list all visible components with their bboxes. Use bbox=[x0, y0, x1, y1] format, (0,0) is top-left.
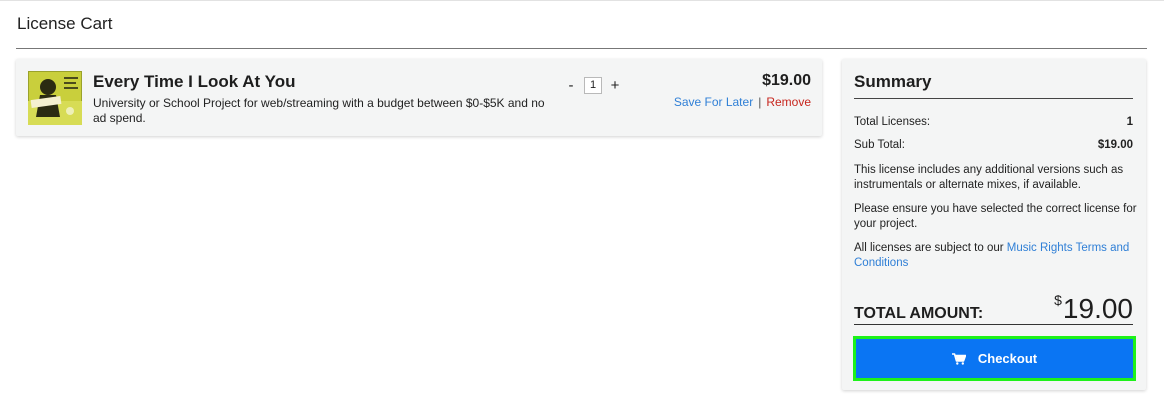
quantity-input[interactable] bbox=[584, 76, 602, 94]
item-description: University or School Project for web/str… bbox=[93, 96, 545, 125]
subtotal-value: $19.00 bbox=[1097, 139, 1133, 151]
total-amount-label: TOTAL AMOUNT: bbox=[854, 305, 984, 322]
item-title[interactable]: Every Time I Look At You bbox=[93, 72, 295, 92]
remove-link[interactable]: Remove bbox=[766, 95, 811, 109]
title-divider bbox=[16, 48, 1147, 49]
summary-panel: Summary Total Licenses: 1 Sub Total: $19… bbox=[842, 59, 1146, 390]
total-licenses-row: Total Licenses: 1 bbox=[854, 116, 1133, 128]
total-licenses-value: 1 bbox=[1126, 116, 1133, 128]
increment-button[interactable]: + bbox=[608, 77, 622, 94]
subtotal-label: Sub Total: bbox=[854, 139, 905, 151]
summary-title: Summary bbox=[854, 72, 932, 91]
total-divider bbox=[854, 324, 1133, 325]
total-amount-row: TOTAL AMOUNT: $19.00 bbox=[854, 287, 1133, 323]
item-actions: Save For Later | Remove bbox=[674, 95, 811, 109]
summary-divider bbox=[854, 98, 1133, 99]
item-price: $19.00 bbox=[762, 72, 811, 89]
license-terms-note: All licenses are subject to our Music Ri… bbox=[854, 241, 1139, 271]
save-for-later-link[interactable]: Save For Later bbox=[674, 95, 753, 109]
subtotal-row: Sub Total: $19.00 bbox=[854, 139, 1133, 151]
license-versions-note: This license includes any additional ver… bbox=[854, 164, 1124, 191]
checkout-button[interactable]: Checkout bbox=[853, 336, 1136, 381]
total-amount-value: $19.00 bbox=[1054, 293, 1133, 323]
terms-note-text: All licenses are subject to our bbox=[854, 242, 1007, 254]
quantity-stepper: - + bbox=[564, 75, 622, 95]
album-art-thumbnail[interactable] bbox=[28, 71, 82, 125]
shopping-cart-icon bbox=[951, 352, 966, 365]
top-border bbox=[0, 0, 1164, 1]
total-amount-number: 19.00 bbox=[1062, 293, 1133, 324]
action-separator: | bbox=[758, 95, 762, 109]
total-currency-symbol: $ bbox=[1054, 292, 1062, 308]
checkout-label: Checkout bbox=[977, 351, 1038, 366]
page-title: License Cart bbox=[17, 14, 113, 33]
decrement-button[interactable]: - bbox=[564, 77, 578, 94]
cart-item: Every Time I Look At You University or S… bbox=[16, 59, 822, 136]
license-check-note: Please ensure you have selected the corr… bbox=[854, 203, 1137, 230]
total-licenses-label: Total Licenses: bbox=[854, 116, 931, 128]
